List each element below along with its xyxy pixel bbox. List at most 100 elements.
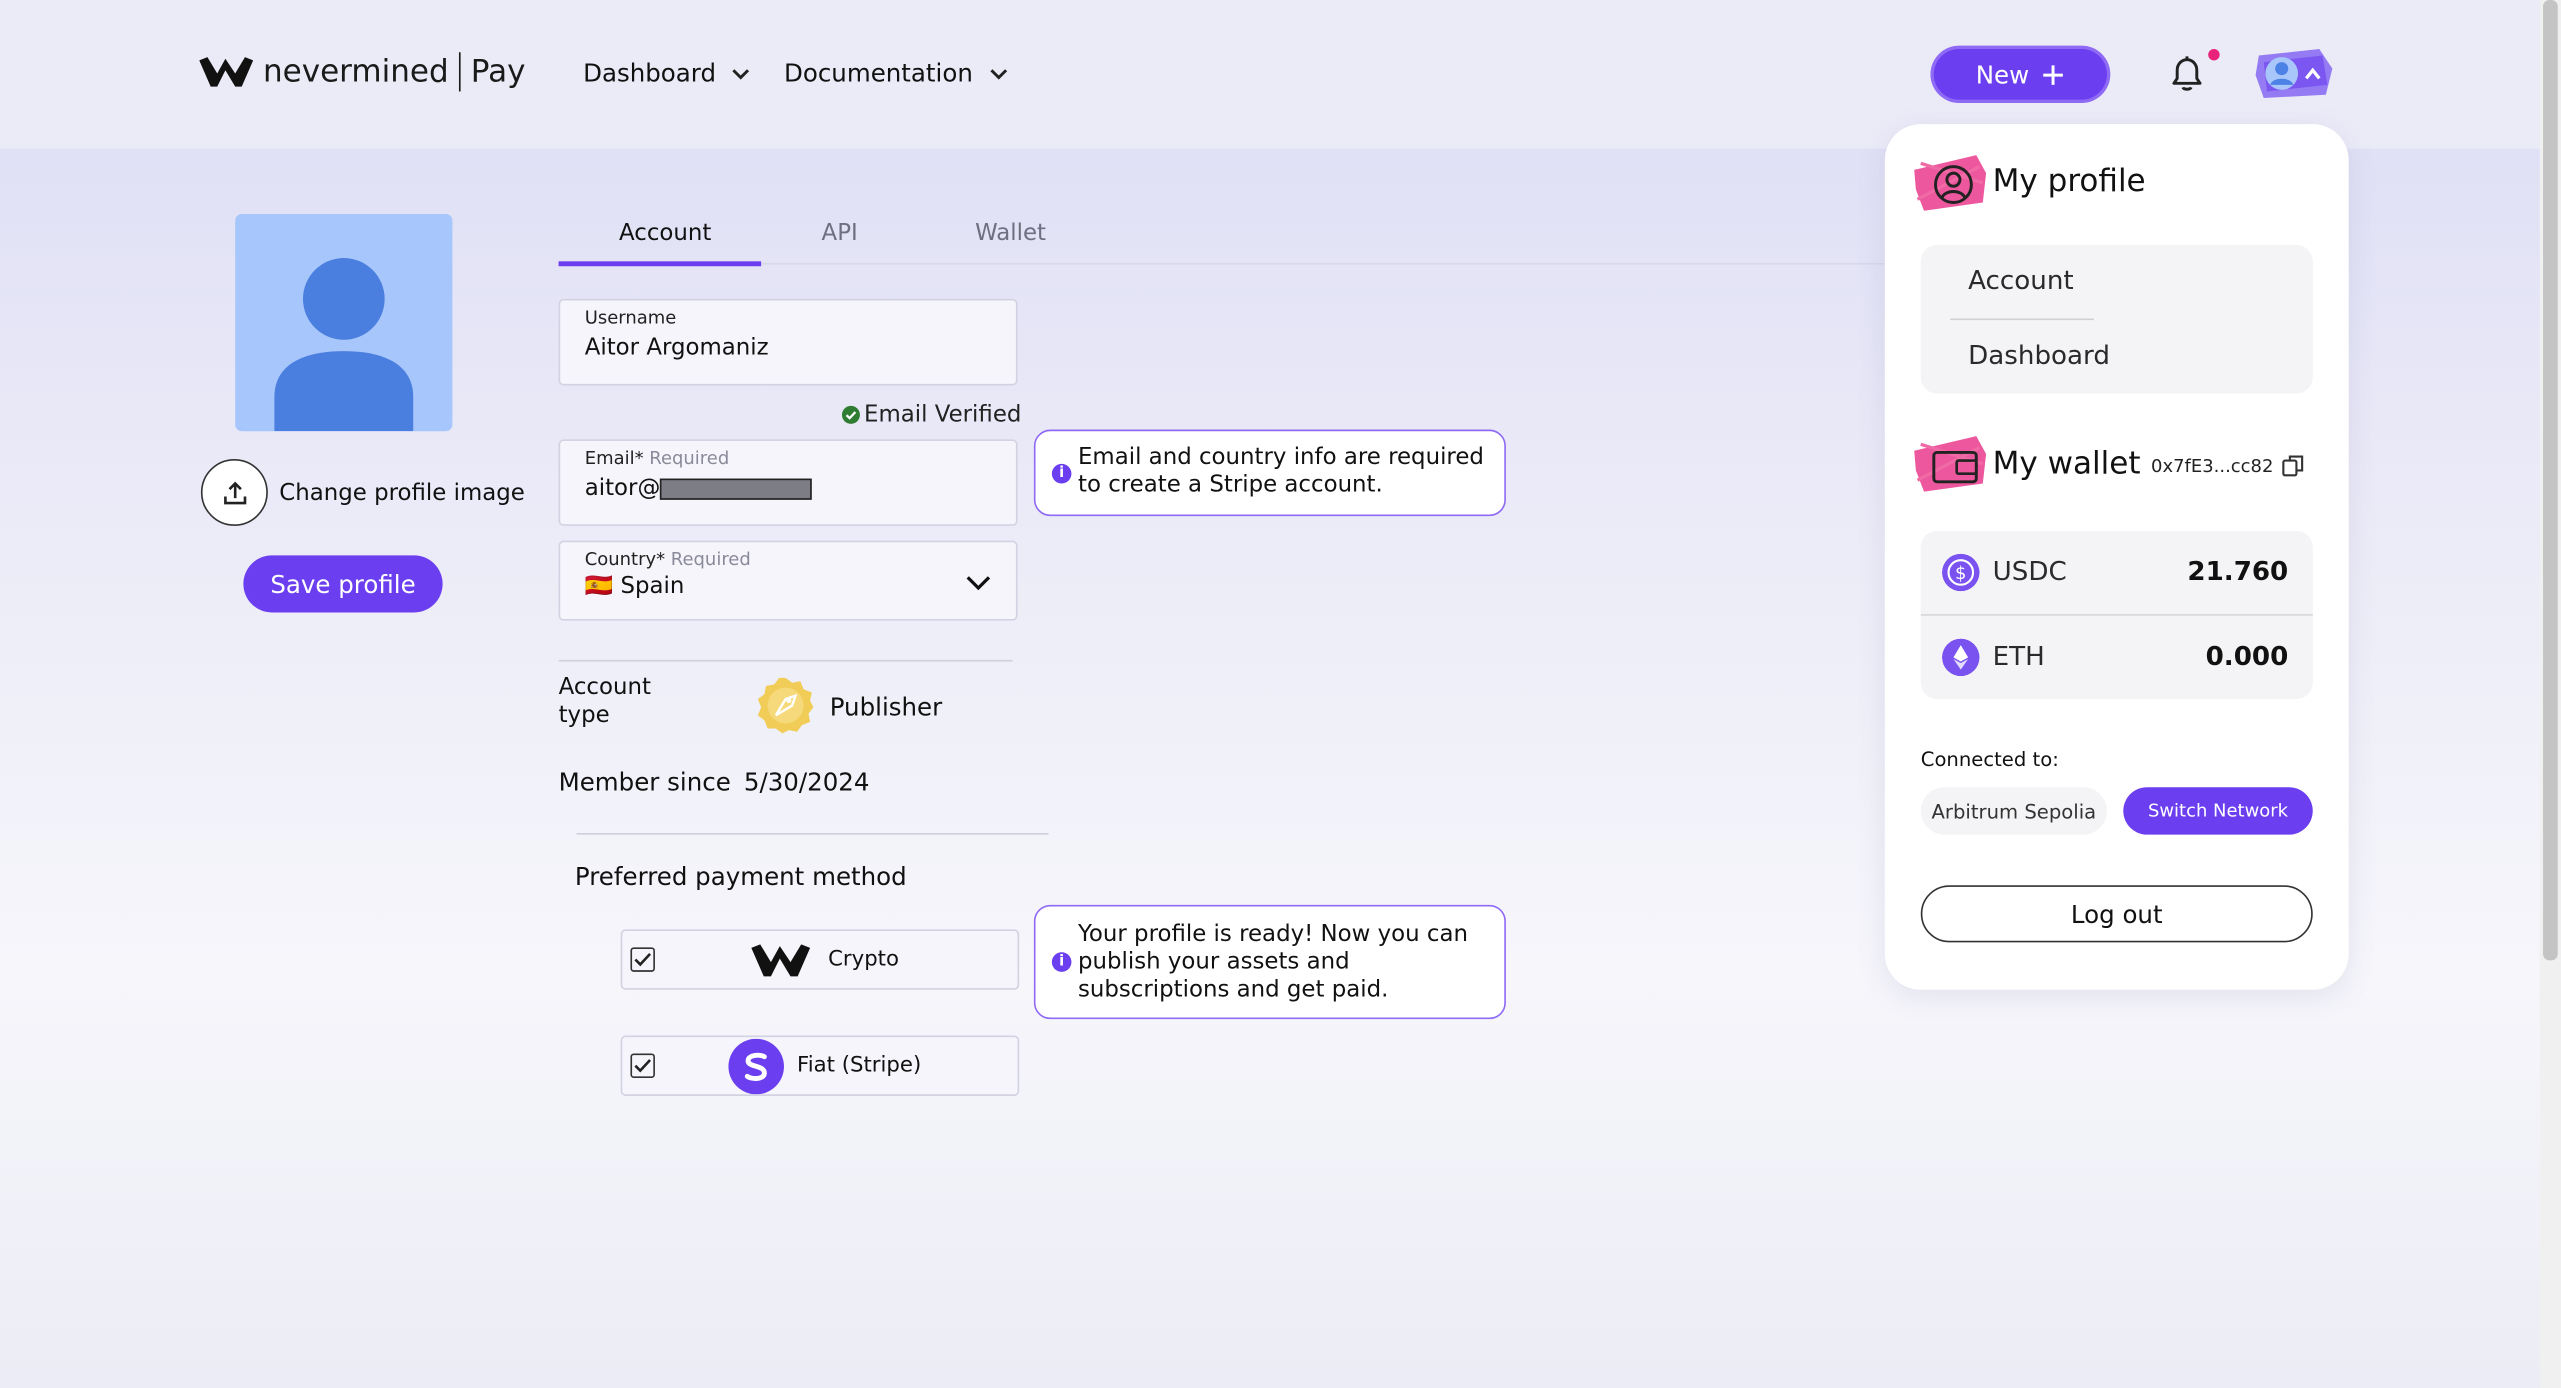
member-since-value: 5/30/2024: [743, 767, 870, 798]
tab-api[interactable]: API: [822, 220, 858, 246]
profile-picture: [235, 213, 453, 432]
menu-item-account[interactable]: Account: [1968, 265, 2074, 296]
menu-item-dashboard[interactable]: Dashboard: [1968, 340, 2110, 371]
logout-button[interactable]: Log out: [1920, 885, 2313, 943]
svg-text:$: $: [1955, 563, 1966, 584]
info-icon: i: [1051, 463, 1072, 484]
new-button[interactable]: New: [1930, 45, 2111, 103]
profile-tabs: Account API Wallet: [558, 214, 2029, 267]
brand-logo[interactable]: nevermined Pay: [199, 52, 526, 92]
bell-icon[interactable]: [2166, 52, 2208, 94]
stripe-logo-icon: [728, 1038, 784, 1095]
network-chip: Arbitrum Sepolia: [1920, 787, 2107, 835]
balance-row-usdc: $ USDC 21.760: [1921, 531, 2313, 614]
country-value-text: Spain: [620, 573, 685, 600]
eth-symbol: ETH: [1992, 640, 2045, 672]
change-profile-image-button[interactable]: Change profile image: [200, 458, 525, 526]
copy-icon[interactable]: [2282, 454, 2305, 477]
eth-amount: 0.000: [2205, 640, 2289, 672]
publisher-badge-icon: [757, 677, 814, 734]
scrollbar-thumb[interactable]: [2543, 0, 2558, 961]
email-verified-label: Email Verified: [864, 401, 1022, 428]
country-select[interactable]: Country* Required 🇪🇸 Spain: [558, 540, 1018, 621]
email-redaction: [660, 477, 813, 499]
change-profile-image-label: Change profile image: [279, 479, 525, 506]
fiat-checkbox[interactable]: [630, 1053, 655, 1078]
connected-label: Connected to:: [1920, 748, 2059, 771]
user-avatar-icon: [274, 258, 414, 432]
email-required-text: Required: [649, 447, 730, 469]
chevron-down-icon: [989, 68, 1007, 79]
brand-name: nevermined: [262, 53, 449, 90]
country-value: 🇪🇸 Spain: [585, 573, 685, 599]
country-label: Country* Required: [585, 549, 751, 570]
username-field[interactable]: Username Aitor Argomaniz: [558, 298, 1018, 386]
profile-icon: [1914, 155, 1987, 211]
tab-account[interactable]: Account: [619, 220, 711, 246]
tab-wallet[interactable]: Wallet: [975, 220, 1046, 246]
email-verified-status: Email Verified: [841, 402, 1021, 428]
profile-ready-callout: i Your profile is ready! Now you can pub…: [1033, 904, 1506, 1020]
nav-documentation[interactable]: Documentation: [784, 59, 1007, 88]
product-name: Pay: [470, 53, 526, 90]
country-label-text: Country*: [584, 548, 666, 571]
member-since: Member since 5/30/2024: [559, 768, 870, 797]
fiat-label: Fiat (Stripe): [797, 1053, 922, 1078]
checkmark-icon: [634, 1059, 652, 1073]
stripe-info-text: Email and country info are required to c…: [1077, 444, 1484, 499]
stripe-info-callout: i Email and country info are required to…: [1033, 429, 1506, 517]
preferred-payment-label: Preferred payment method: [574, 862, 907, 892]
active-tab-indicator: [558, 261, 762, 267]
balance-row-eth: ETH 0.000: [1921, 616, 2313, 699]
email-value: aitor@: [584, 475, 813, 502]
my-wallet-title: My wallet: [1992, 445, 2141, 482]
profile-menu: Account Dashboard: [1920, 244, 2313, 394]
member-since-label: Member since: [558, 767, 731, 798]
nav-documentation-label: Documentation: [783, 58, 973, 89]
checkmark-icon: [634, 952, 652, 967]
chevron-down-icon: [732, 68, 750, 79]
email-label-text: Email*: [584, 447, 644, 469]
crypto-label: Crypto: [828, 947, 900, 972]
section-divider: [576, 832, 1049, 835]
plus-icon: [2043, 64, 2064, 85]
section-divider: [558, 659, 1013, 662]
account-type-label: Account type: [558, 674, 651, 729]
nav-dashboard-label: Dashboard: [583, 58, 717, 89]
username-label: Username: [584, 307, 677, 329]
brand-divider: [458, 52, 461, 92]
wallet-balances: $ USDC 21.760 ETH 0.000: [1920, 530, 2313, 700]
account-type-value: Publisher: [829, 692, 943, 722]
my-profile-title: My profile: [1992, 163, 2146, 200]
spain-flag-icon: 🇪🇸: [584, 573, 614, 600]
wallet-icon: [1914, 436, 1987, 492]
eth-coin-icon: [1941, 638, 1980, 677]
switch-network-button[interactable]: Switch Network: [2123, 787, 2313, 835]
usdc-coin-icon: $: [1941, 553, 1980, 592]
email-value-text: aitor@: [584, 475, 661, 502]
username-value: Aitor Argomaniz: [584, 334, 769, 361]
menu-divider: [1950, 318, 2094, 321]
usdc-amount: 21.760: [2187, 555, 2289, 587]
chevron-down-icon: [966, 576, 991, 591]
payment-option-crypto[interactable]: Crypto: [620, 929, 1020, 990]
notification-dot: [2208, 48, 2220, 61]
wallet-address: 0x7fE3...cc82: [2151, 455, 2274, 477]
email-field[interactable]: Email* Required aitor@: [558, 439, 1018, 526]
crypto-checkbox[interactable]: [630, 947, 655, 972]
profile-ready-text: Your profile is ready! Now you can publi…: [1077, 921, 1468, 1003]
check-circle-icon: [841, 405, 860, 424]
email-label: Email* Required: [585, 448, 730, 469]
user-menu-dropdown: My profile Account Dashboard My wallet 0…: [1884, 124, 2349, 990]
nevermined-logo-icon: [751, 944, 811, 977]
new-button-label: New: [1975, 59, 2030, 90]
nevermined-logo-icon: [199, 57, 254, 87]
country-required-text: Required: [670, 548, 751, 571]
usdc-symbol: USDC: [1992, 555, 2067, 587]
nav-dashboard[interactable]: Dashboard: [583, 59, 750, 88]
save-profile-button[interactable]: Save profile: [243, 555, 443, 613]
user-menu-avatar-icon[interactable]: [2254, 46, 2336, 102]
payment-option-fiat[interactable]: Fiat (Stripe): [620, 1035, 1020, 1096]
info-icon: i: [1051, 952, 1072, 972]
upload-icon: [200, 458, 268, 526]
